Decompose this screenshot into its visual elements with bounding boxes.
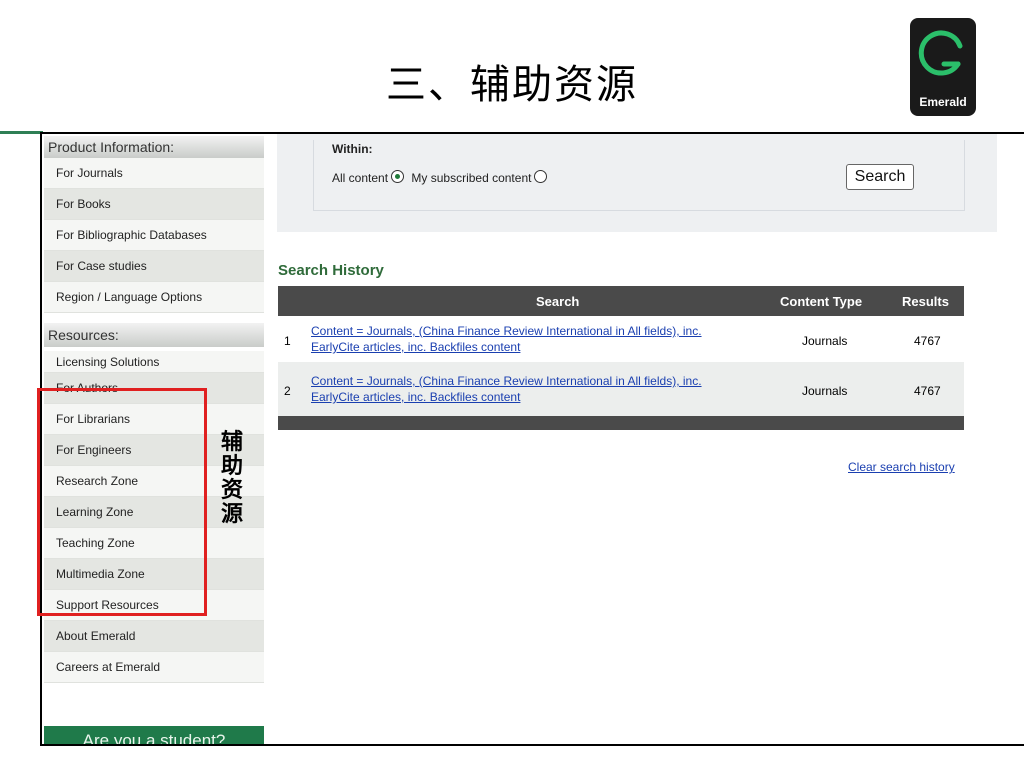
search-history-table: Search Content Type Results 1 Content = … <box>278 286 964 430</box>
logo-text: Emerald <box>919 95 967 109</box>
content-type-cell: Journals <box>802 334 848 348</box>
search-history-title: Search History <box>278 262 384 279</box>
search-button[interactable]: Search <box>846 164 914 190</box>
search-within-panel: Within: All content My subscribed conten… <box>277 134 997 232</box>
results-cell: 4767 <box>914 384 941 398</box>
column-header-content-type: Content Type <box>780 294 863 309</box>
sidebar-item-books[interactable]: For Books <box>44 189 264 220</box>
radio-subscribed-content[interactable] <box>534 170 548 183</box>
column-header-results: Results <box>902 294 949 309</box>
content-type-cell: Journals <box>802 384 848 398</box>
student-banner[interactable]: Are you a student? <box>44 726 264 744</box>
product-heading: Product Information: <box>44 136 264 158</box>
radio-all-content[interactable] <box>391 170 405 183</box>
slide-title: 三、辅助资源 <box>386 62 638 108</box>
table-footer <box>278 416 964 430</box>
sidebar-item-careers[interactable]: Careers at Emerald <box>44 652 264 683</box>
table-row: 2 Content = Journals, (China Finance Rev… <box>278 362 964 416</box>
column-header-search: Search <box>536 294 580 309</box>
sidebar-item-bibliographic-databases[interactable]: For Bibliographic Databases <box>44 220 264 251</box>
sidebar-item-case-studies[interactable]: For Case studies <box>44 251 264 282</box>
search-query-link[interactable]: Content = Journals, (China Finance Revie… <box>311 374 702 389</box>
sidebar-item-about-emerald[interactable]: About Emerald <box>44 621 264 652</box>
search-query-link-cont[interactable]: EarlyCite articles, inc. Backfiles conte… <box>311 340 520 355</box>
option-subscribed-label: My subscribed content <box>411 171 532 185</box>
accent-rule <box>0 131 43 134</box>
search-query-link[interactable]: Content = Journals, (China Finance Revie… <box>311 324 702 339</box>
sidebar-item-licensing[interactable]: Licensing Solutions <box>44 351 264 373</box>
emerald-logo-icon <box>918 30 963 76</box>
search-query-link-cont[interactable]: EarlyCite articles, inc. Backfiles conte… <box>311 390 520 405</box>
table-header: Search Content Type Results <box>278 286 964 316</box>
annotation-label: 辅助资源 <box>221 429 244 527</box>
table-row: 1 Content = Journals, (China Finance Rev… <box>278 316 964 362</box>
within-label: Within: <box>332 142 373 156</box>
row-number: 2 <box>284 384 291 398</box>
resources-heading: Resources: <box>44 323 264 347</box>
sidebar-item-region-language[interactable]: Region / Language Options <box>44 282 264 313</box>
within-options: All content My subscribed content <box>332 170 551 185</box>
clear-search-history-link[interactable]: Clear search history <box>848 460 955 474</box>
sidebar-item-journals[interactable]: For Journals <box>44 158 264 189</box>
results-cell: 4767 <box>914 334 941 348</box>
annotation-highlight-box <box>37 388 207 616</box>
emerald-logo: Emerald <box>910 18 976 116</box>
option-all-label: All content <box>332 171 389 185</box>
row-number: 1 <box>284 334 291 348</box>
